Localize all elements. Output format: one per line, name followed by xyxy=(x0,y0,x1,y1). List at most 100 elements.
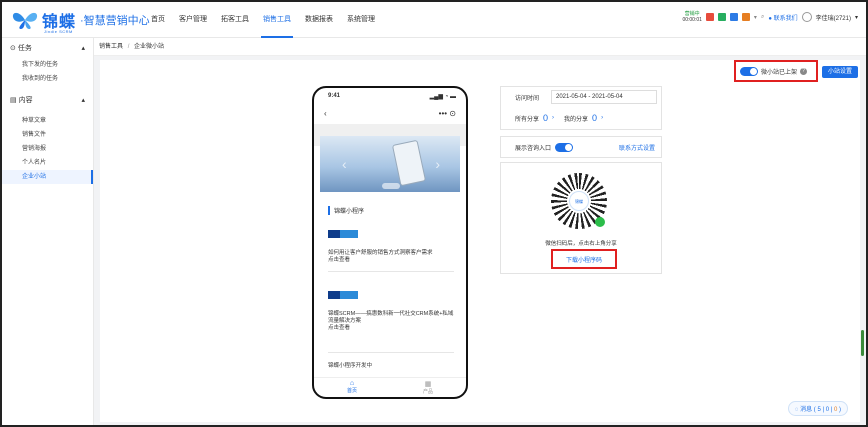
notify-icon[interactable] xyxy=(705,13,714,21)
dev-notice: 锦蝶小程序开发中 xyxy=(328,363,373,369)
collapse-icon: ▴ xyxy=(81,97,85,104)
download-qrcode-link[interactable]: 下载小程序码 xyxy=(551,255,617,264)
visit-time-label: 访问时间 xyxy=(515,96,540,102)
sidebar-item-sent-tasks[interactable]: 我下发的任务 xyxy=(2,58,93,72)
user-name[interactable]: 李佳瑞(2721) xyxy=(816,13,851,22)
banner-prev-icon[interactable]: ‹ xyxy=(342,156,347,172)
close-circle-icon[interactable]: ⊙ xyxy=(449,109,456,118)
tab-home[interactable]: ⌂ 首页 xyxy=(314,378,390,397)
sidebar-item-files[interactable]: 销售文件 xyxy=(2,128,93,142)
menu-icon[interactable]: ••• xyxy=(439,109,447,118)
breadcrumb-current: 企业微小站 xyxy=(134,44,165,50)
breadcrumb: 销售工具 / 企业微小站 xyxy=(94,38,866,56)
phone-nav-bar: ‹ ••• ⊙ xyxy=(324,109,456,118)
main-content: 销售工具 / 企业微小站 微小站已上架 ? 小站设置 9:41 ▂▄▆ ◔ ▬ … xyxy=(94,38,866,425)
phone-preview: 9:41 ▂▄▆ ◔ ▬ ‹ ••• ⊙ ‹ › 锦蝶小程序 如何用让客户舒服的… xyxy=(312,86,468,399)
phone-tab-bar: ⌂ 首页 ▦ 产品 xyxy=(314,377,466,397)
info-icon[interactable]: ? xyxy=(800,68,808,75)
avatar[interactable] xyxy=(801,12,812,22)
nav-customer[interactable]: 客户管理 xyxy=(172,2,214,38)
collapse-icon: ▴ xyxy=(81,45,85,52)
chevron-right-icon: › xyxy=(552,115,555,121)
nav-sales-tools[interactable]: 销售工具 xyxy=(256,2,298,38)
sidebar-item-posters[interactable]: 营销海报 xyxy=(2,142,93,156)
banner-next-icon[interactable]: › xyxy=(435,156,440,172)
article-item[interactable]: 如何用让客户舒服的销售方式洞察客户需求 点击查看 xyxy=(328,230,458,264)
article-action[interactable]: 点击查看 xyxy=(328,257,458,264)
tab-products[interactable]: ▦ 产品 xyxy=(390,378,466,397)
chevron-down-icon[interactable]: ▾ xyxy=(754,14,757,21)
article-logo xyxy=(328,230,358,238)
sidebar-item-mini-site[interactable]: 企业小站 xyxy=(2,170,93,184)
publish-toggle[interactable] xyxy=(740,67,758,76)
app-window: 锦蝶 ·智慧营销中心 Jindie SCRM 首页 客户管理 拓客工具 销售工具… xyxy=(0,0,868,427)
article-title: 如何用让客户舒服的销售方式洞察客户需求 xyxy=(328,250,433,256)
sidebar-item-cards[interactable]: 个人名片 xyxy=(2,156,93,170)
sidebar: ⊙ 任务 ▴ 我下发的任务 我收到的任务 ▤ 内容 ▴ 种草文章 销售文件 营销… xyxy=(2,38,94,425)
sidebar-item-received-tasks[interactable]: 我收到的任务 xyxy=(2,72,93,86)
contact-us-link[interactable]: ● 联系我们 xyxy=(768,13,797,22)
article-logo xyxy=(328,291,358,299)
divider xyxy=(328,352,454,353)
message-icon[interactable] xyxy=(741,13,750,21)
message-counter[interactable]: ◌ 消息 ( 5 | 0 | 0 ) xyxy=(787,401,848,416)
session-timer: 营销中 00:00:01 xyxy=(682,11,702,23)
back-icon[interactable]: ‹ xyxy=(324,109,327,118)
main-nav: 首页 客户管理 拓客工具 销售工具 数据报表 系统管理 xyxy=(144,2,382,38)
bell-icon: ◌ xyxy=(794,407,799,413)
brand-logo[interactable]: 锦蝶 ·智慧营销中心 Jindie SCRM xyxy=(10,8,150,34)
banner-indicator xyxy=(382,183,400,189)
brand-slogan: ·智慧营销中心 xyxy=(80,15,150,27)
all-share-label: 所有分享 xyxy=(515,116,540,123)
publish-toggle-group: 微小站已上架 ? xyxy=(740,67,808,76)
header-right: 营销中 00:00:01 ▾ ⌕ ● 联系我们 李佳瑞(2721) ▾ xyxy=(682,11,858,23)
calendar-icon[interactable] xyxy=(717,13,726,21)
breadcrumb-item[interactable]: 销售工具 xyxy=(99,44,123,50)
consult-entry-card: 展示咨询入口 联系方式设置 xyxy=(500,136,662,158)
consult-entry-toggle[interactable] xyxy=(555,143,574,152)
scrollbar[interactable] xyxy=(861,330,864,356)
home-icon: ⌂ xyxy=(349,380,355,387)
date-range-input[interactable]: 2021-05-04 - 2021-05-04 xyxy=(551,90,657,104)
phone-time: 9:41 xyxy=(328,93,341,99)
contact-settings-link[interactable]: 联系方式设置 xyxy=(619,143,655,152)
wechat-icon xyxy=(595,217,605,227)
nav-acquire[interactable]: 拓客工具 xyxy=(214,2,256,38)
task-icon: ⊙ xyxy=(10,45,16,52)
my-share-label: 我的分享 xyxy=(564,116,589,123)
phone-status-bar: 9:41 ▂▄▆ ◔ ▬ xyxy=(328,93,456,100)
site-settings-button[interactable]: 小站设置 xyxy=(822,66,858,78)
article-item[interactable]: 锦蝶SCRM——搞惠数科新一代社交CRM系统+私域流量解决方案 点击查看 xyxy=(328,291,458,332)
sidebar-item-articles[interactable]: 种草文章 xyxy=(2,114,93,128)
stats-card: 访问时间 2021-05-04 - 2021-05-04 所有分享 0 › 我的… xyxy=(500,86,662,130)
grid-icon: ▦ xyxy=(424,381,432,388)
divider xyxy=(328,271,454,272)
article-action[interactable]: 点击查看 xyxy=(328,325,458,332)
nav-system[interactable]: 系统管理 xyxy=(340,2,382,38)
my-share-value[interactable]: 0 xyxy=(592,113,597,123)
consult-entry-label: 展示咨询入口 xyxy=(515,146,552,152)
qrcode-card: 锦蝶 微信扫码后，点击右上角分享 下载小程序码 xyxy=(500,162,662,274)
app-icon[interactable] xyxy=(729,13,738,21)
search-icon[interactable]: ⌕ xyxy=(761,14,764,21)
content-icon: ▤ xyxy=(10,97,17,104)
section-title: 锦蝶小程序 xyxy=(328,206,364,215)
device-image xyxy=(391,139,427,187)
all-share-value[interactable]: 0 xyxy=(543,113,548,123)
top-navbar: 锦蝶 ·智慧营销中心 Jindie SCRM 首页 客户管理 拓客工具 销售工具… xyxy=(2,2,866,38)
phone-banner[interactable]: ‹ › xyxy=(320,136,460,192)
brand-subtitle: Jindie SCRM xyxy=(44,29,73,34)
qrcode-hint: 微信扫码后，点击右上角分享 xyxy=(545,241,617,247)
sidebar-group-content[interactable]: ▤ 内容 ▴ xyxy=(2,92,93,110)
signal-battery-icon: ▂▄▆ ◔ ▬ xyxy=(429,94,456,100)
butterfly-logo-icon xyxy=(10,9,40,31)
mini-site-panel: 微小站已上架 ? 小站设置 9:41 ▂▄▆ ◔ ▬ ‹ ••• ⊙ ‹ › 锦… xyxy=(100,60,860,422)
user-menu-chevron-icon[interactable]: ▾ xyxy=(855,14,858,21)
publish-label: 微小站已上架 xyxy=(761,70,798,76)
nav-home[interactable]: 首页 xyxy=(144,2,172,38)
chevron-right-icon: › xyxy=(601,115,604,121)
qrcode-logo: 锦蝶 xyxy=(569,191,589,211)
nav-reports[interactable]: 数据报表 xyxy=(298,2,340,38)
breadcrumb-separator: / xyxy=(127,44,130,50)
sidebar-group-task[interactable]: ⊙ 任务 ▴ xyxy=(2,40,93,58)
